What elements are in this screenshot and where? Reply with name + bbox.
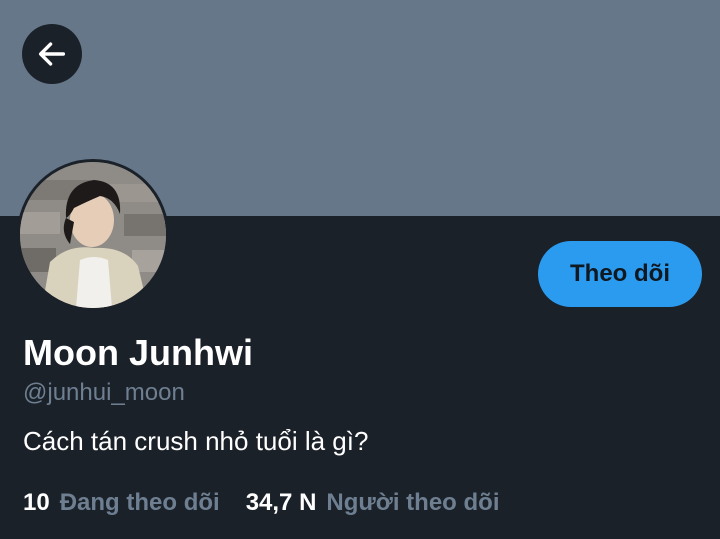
following-stat[interactable]: 10 Đang theo dõi	[23, 488, 220, 518]
profile-stats: 10 Đang theo dõi 34,7 N Người theo dõi	[23, 488, 500, 518]
user-handle: @junhui_moon	[23, 379, 185, 406]
following-label: Đang theo dõi	[59, 489, 220, 516]
arrow-left-icon	[35, 37, 69, 71]
display-name: Moon Junhwi	[23, 332, 253, 373]
followers-label: Người theo dõi	[326, 489, 500, 516]
back-button[interactable]	[22, 24, 82, 84]
avatar[interactable]	[17, 159, 169, 311]
following-count: 10	[23, 489, 50, 516]
follow-button[interactable]: Theo dõi	[538, 241, 702, 307]
followers-stat[interactable]: 34,7 N Người theo dõi	[246, 488, 500, 518]
followers-count: 34,7 N	[245, 489, 317, 516]
avatar-photo	[20, 162, 166, 308]
profile-bio: Cách tán crush nhỏ tuổi là gì?	[23, 426, 369, 456]
profile-page: Theo dõi Moon Junhwi @junhui_moon Cách t…	[0, 0, 720, 539]
